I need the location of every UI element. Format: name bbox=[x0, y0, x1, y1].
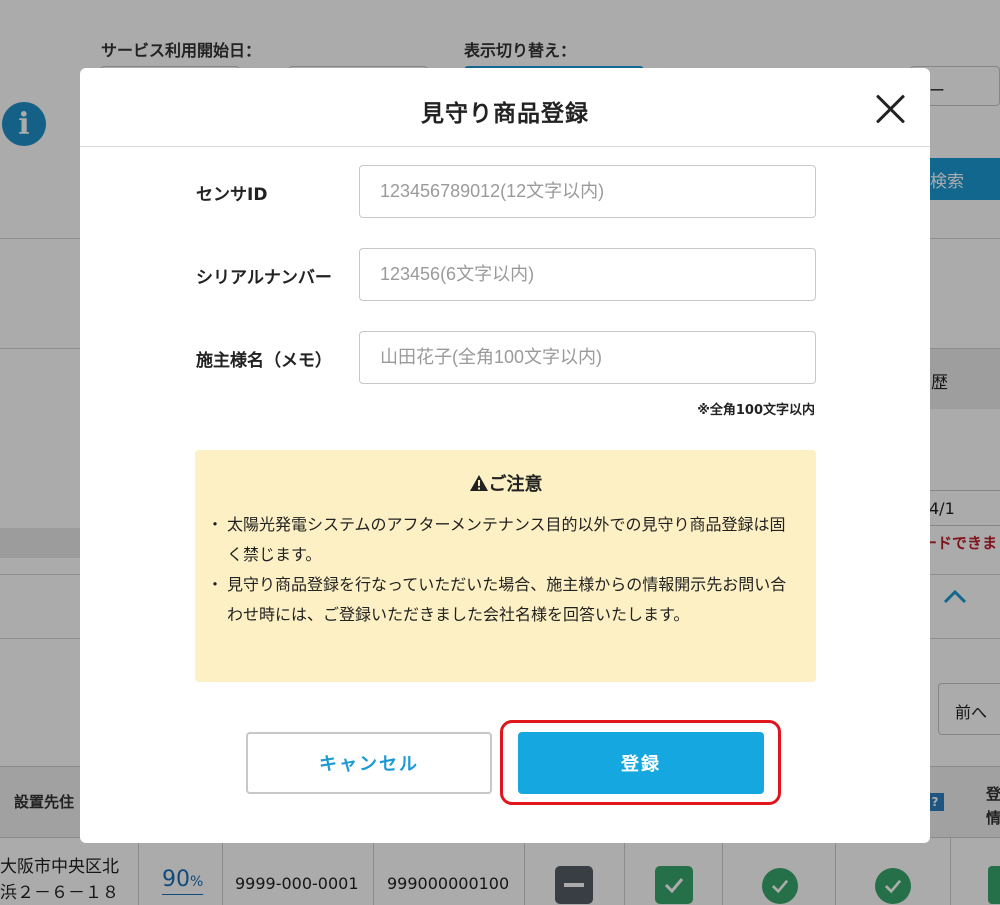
caution-title: ご注意 bbox=[195, 470, 816, 496]
caution-notice: ご注意 太陽光発電システムのアフターメンテナンス目的以外での見守り商品登録は固く… bbox=[195, 450, 816, 682]
caution-item: 見守り商品登録を行なっていただいた場合、施主様からの情報開示先お問い合わせ時には… bbox=[207, 570, 793, 630]
modal-title: 見守り商品登録 bbox=[421, 101, 589, 127]
owner-name-hint: ※全角100文字以内 bbox=[697, 403, 815, 418]
cancel-button[interactable]: キャンセル bbox=[246, 732, 492, 794]
register-product-modal: 見守り商品登録 センサID シリアルナンバー 施主様名（メモ） ※全角100文字… bbox=[80, 68, 930, 843]
owner-name-input[interactable] bbox=[359, 331, 816, 384]
serial-number-input[interactable] bbox=[359, 248, 816, 301]
sensor-id-input[interactable] bbox=[359, 165, 816, 218]
caution-list: 太陽光発電システムのアフターメンテナンス目的以外での見守り商品登録は固く禁じます… bbox=[207, 510, 793, 630]
close-icon[interactable] bbox=[876, 94, 906, 124]
serial-number-label: シリアルナンバー bbox=[196, 268, 332, 288]
sensor-id-label: センサID bbox=[196, 185, 268, 205]
warning-icon bbox=[469, 475, 488, 491]
owner-name-label: 施主様名（メモ） bbox=[196, 351, 332, 371]
caution-item: 太陽光発電システムのアフターメンテナンス目的以外での見守り商品登録は固く禁じます… bbox=[207, 510, 793, 570]
modal-header: 見守り商品登録 bbox=[80, 68, 930, 147]
register-button[interactable]: 登録 bbox=[518, 732, 764, 794]
